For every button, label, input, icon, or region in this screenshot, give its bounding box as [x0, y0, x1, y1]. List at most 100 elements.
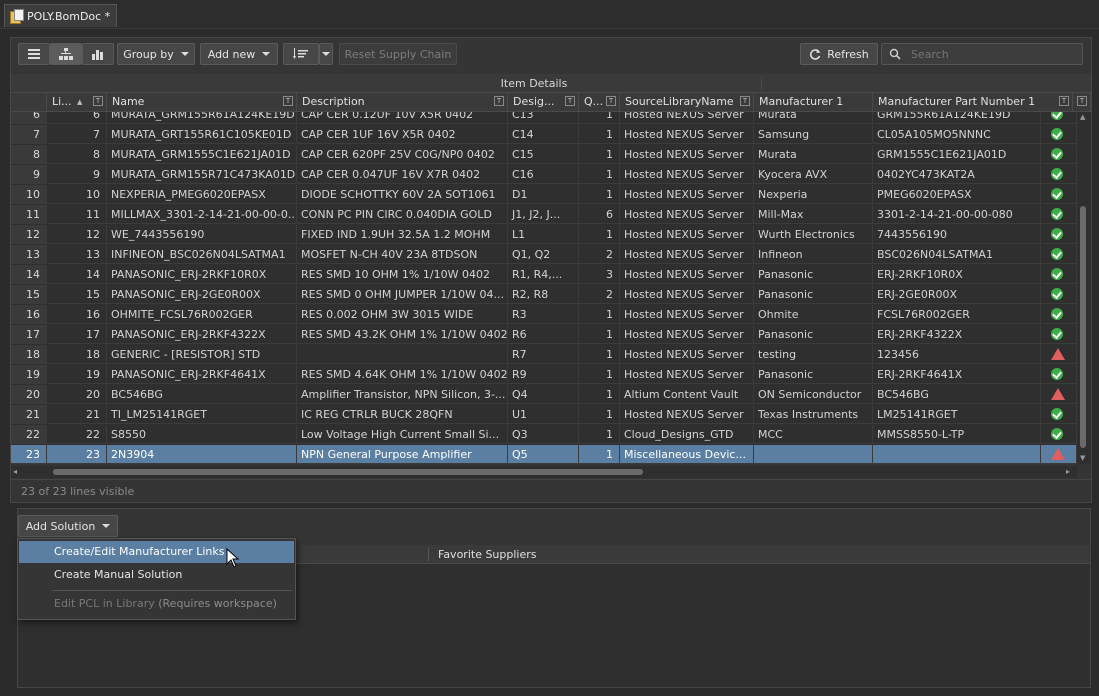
menu-item-create-edit-manufacturer-links[interactable]: Create/Edit Manufacturer Links [19, 541, 294, 563]
column-header-manufacturer[interactable]: Manufacturer 1 [754, 93, 873, 111]
table-row[interactable]: 19 19 PANASONIC_ERJ-2RKF4641X RES SMD 4.64K… [11, 365, 1077, 385]
manufacturer-cell[interactable] [754, 445, 873, 464]
source-library-cell[interactable]: Hosted NEXUS Server [620, 145, 754, 164]
horizontal-scrollbar[interactable]: ◂ ▸ [11, 466, 1077, 478]
source-library-cell[interactable]: Hosted NEXUS Server [620, 125, 754, 144]
description-cell[interactable]: IC REG CTRLR BUCK 28QFN [297, 405, 508, 424]
quantity-cell[interactable]: 1 [579, 345, 620, 364]
manufacturer-cell[interactable]: Panasonic [754, 365, 873, 384]
manufacturer-cell[interactable]: Nexperia [754, 185, 873, 204]
description-cell[interactable]: CONN PC PIN CIRC 0.040DIA GOLD [297, 205, 508, 224]
source-library-cell[interactable]: Miscellaneous Devic... [620, 445, 754, 464]
line-number[interactable]: 19 [47, 365, 107, 384]
column-header-description[interactable]: Description T [297, 93, 508, 111]
description-cell[interactable]: RES 0.002 OHM 3W 3015 WIDE [297, 305, 508, 324]
name-cell[interactable]: INFINEON_BSC026N04LSATMA1 [107, 245, 297, 264]
name-cell[interactable]: MURATA_GRM1555C1E621JA01D [107, 145, 297, 164]
line-number[interactable]: 22 [47, 425, 107, 444]
quantity-cell[interactable]: 1 [579, 125, 620, 144]
column-header-quantity[interactable]: Q... T [579, 93, 620, 111]
manufacturer-cell[interactable]: Ohmite [754, 305, 873, 324]
quantity-cell[interactable]: 1 [579, 365, 620, 384]
quantity-cell[interactable]: 6 [579, 205, 620, 224]
mpn-cell[interactable]: ERJ-2GE0R00X [873, 285, 1041, 304]
designator-cell[interactable]: U1 [508, 405, 579, 424]
mpn-cell[interactable]: PMEG6020EPASX [873, 185, 1041, 204]
description-cell[interactable]: CAP CER 1UF 16V X5R 0402 [297, 125, 508, 144]
name-cell[interactable]: 2N3904 [107, 445, 297, 464]
row-number[interactable]: 22 [11, 425, 47, 444]
table-row[interactable]: 13 13 INFINEON_BSC026N04LSATMA1 MOSFET N-CH… [11, 245, 1077, 265]
source-library-cell[interactable]: Hosted NEXUS Server [620, 345, 754, 364]
source-library-cell[interactable]: Hosted NEXUS Server [620, 225, 754, 244]
quantity-cell[interactable]: 1 [579, 445, 620, 464]
add-solution-button[interactable]: Add Solution [18, 515, 118, 537]
group-by-dropdown[interactable]: Group by [117, 43, 195, 65]
table-row[interactable]: 22 22 S8550 Low Voltage High Current Small … [11, 425, 1077, 445]
line-number[interactable]: 6 [47, 112, 107, 124]
manufacturer-cell[interactable]: Kyocera AVX [754, 165, 873, 184]
line-number[interactable]: 12 [47, 225, 107, 244]
mpn-cell[interactable]: MMSS8550-L-TP [873, 425, 1041, 444]
source-library-cell[interactable]: Hosted NEXUS Server [620, 165, 754, 184]
line-number[interactable]: 15 [47, 285, 107, 304]
row-number[interactable]: 9 [11, 165, 47, 184]
description-cell[interactable]: Amplifier Transistor, NPN Silicon, 3-... [297, 385, 508, 404]
line-number[interactable]: 9 [47, 165, 107, 184]
line-number[interactable]: 8 [47, 145, 107, 164]
name-cell[interactable]: NEXPERIA_PMEG6020EPASX [107, 185, 297, 204]
horizontal-scroll-thumb[interactable] [53, 469, 643, 475]
name-cell[interactable]: PANASONIC_ERJ-2GE0R00X [107, 285, 297, 304]
source-library-cell[interactable]: Hosted NEXUS Server [620, 265, 754, 284]
line-number[interactable]: 10 [47, 185, 107, 204]
chart-view-button[interactable] [82, 43, 114, 65]
description-cell[interactable]: Low Voltage High Current Small Si... [297, 425, 508, 444]
menu-item-edit-pcl-in-library[interactable]: Edit PCL in Library (Requires workspace) [19, 593, 294, 615]
manufacturer-cell[interactable]: Panasonic [754, 285, 873, 304]
table-row[interactable]: 11 11 MILLMAX_3301-2-14-21-00-00-0... CONN … [11, 205, 1077, 225]
mpn-cell[interactable]: GRM1555C1E621JA01D [873, 145, 1041, 164]
line-number[interactable]: 14 [47, 265, 107, 284]
manufacturer-cell[interactable]: testing [754, 345, 873, 364]
row-number[interactable]: 8 [11, 145, 47, 164]
manufacturer-cell[interactable]: Panasonic [754, 265, 873, 284]
column-header-name[interactable]: Name T [107, 93, 297, 111]
mpn-cell[interactable]: 123456 [873, 345, 1041, 364]
table-row[interactable]: 17 17 PANASONIC_ERJ-2RKF4322X RES SMD 43.2K… [11, 325, 1077, 345]
quantity-cell[interactable]: 1 [579, 385, 620, 404]
row-number[interactable]: 7 [11, 125, 47, 144]
source-library-cell[interactable]: Hosted NEXUS Server [620, 405, 754, 424]
source-library-cell[interactable]: Hosted NEXUS Server [620, 205, 754, 224]
designator-cell[interactable]: Q5 [508, 445, 579, 464]
source-library-cell[interactable]: Hosted NEXUS Server [620, 365, 754, 384]
row-number[interactable]: 16 [11, 305, 47, 324]
mpn-cell[interactable]: GRM155R61A124KE19D [873, 112, 1041, 124]
search-input[interactable] [908, 46, 1082, 62]
row-number[interactable]: 6 [11, 112, 47, 124]
filter-icon[interactable]: T [1077, 96, 1087, 106]
row-number[interactable]: 12 [11, 225, 47, 244]
mpn-cell[interactable]: FCSL76R002GER [873, 305, 1041, 324]
quantity-cell[interactable]: 3 [579, 265, 620, 284]
manufacturer-cell[interactable]: Mill-Max [754, 205, 873, 224]
source-library-cell[interactable]: Hosted NEXUS Server [620, 185, 754, 204]
document-tab[interactable]: POLY.BomDoc * [4, 4, 118, 27]
mpn-cell[interactable]: LM25141RGET [873, 405, 1041, 424]
description-cell[interactable] [297, 345, 508, 364]
row-number[interactable]: 15 [11, 285, 47, 304]
description-cell[interactable]: RES SMD 4.64K OHM 1% 1/10W 0402 [297, 365, 508, 384]
table-row[interactable]: 15 15 PANASONIC_ERJ-2GE0R00X RES SMD 0 OHM … [11, 285, 1077, 305]
row-number[interactable]: 21 [11, 405, 47, 424]
table-row[interactable]: 23 23 2N3904 NPN General Purpose Amplifier Q… [11, 445, 1077, 464]
quantity-cell[interactable]: 1 [579, 325, 620, 344]
description-cell[interactable]: CAP CER 0.12UF 10V X5R 0402 [297, 112, 508, 124]
quantity-cell[interactable]: 1 [579, 305, 620, 324]
source-library-cell[interactable]: Hosted NEXUS Server [620, 325, 754, 344]
sort-button[interactable] [283, 43, 319, 65]
row-number[interactable]: 19 [11, 365, 47, 384]
column-header-source-library[interactable]: SourceLibraryName T [620, 93, 754, 111]
scroll-down-icon[interactable]: ▼ [1080, 454, 1085, 462]
menu-item-create-manual-solution[interactable]: Create Manual Solution [19, 564, 294, 586]
mpn-cell[interactable]: BSC026N04LSATMA1 [873, 245, 1041, 264]
column-header-mpn[interactable]: Manufacturer Part Number 1T [873, 93, 1073, 111]
